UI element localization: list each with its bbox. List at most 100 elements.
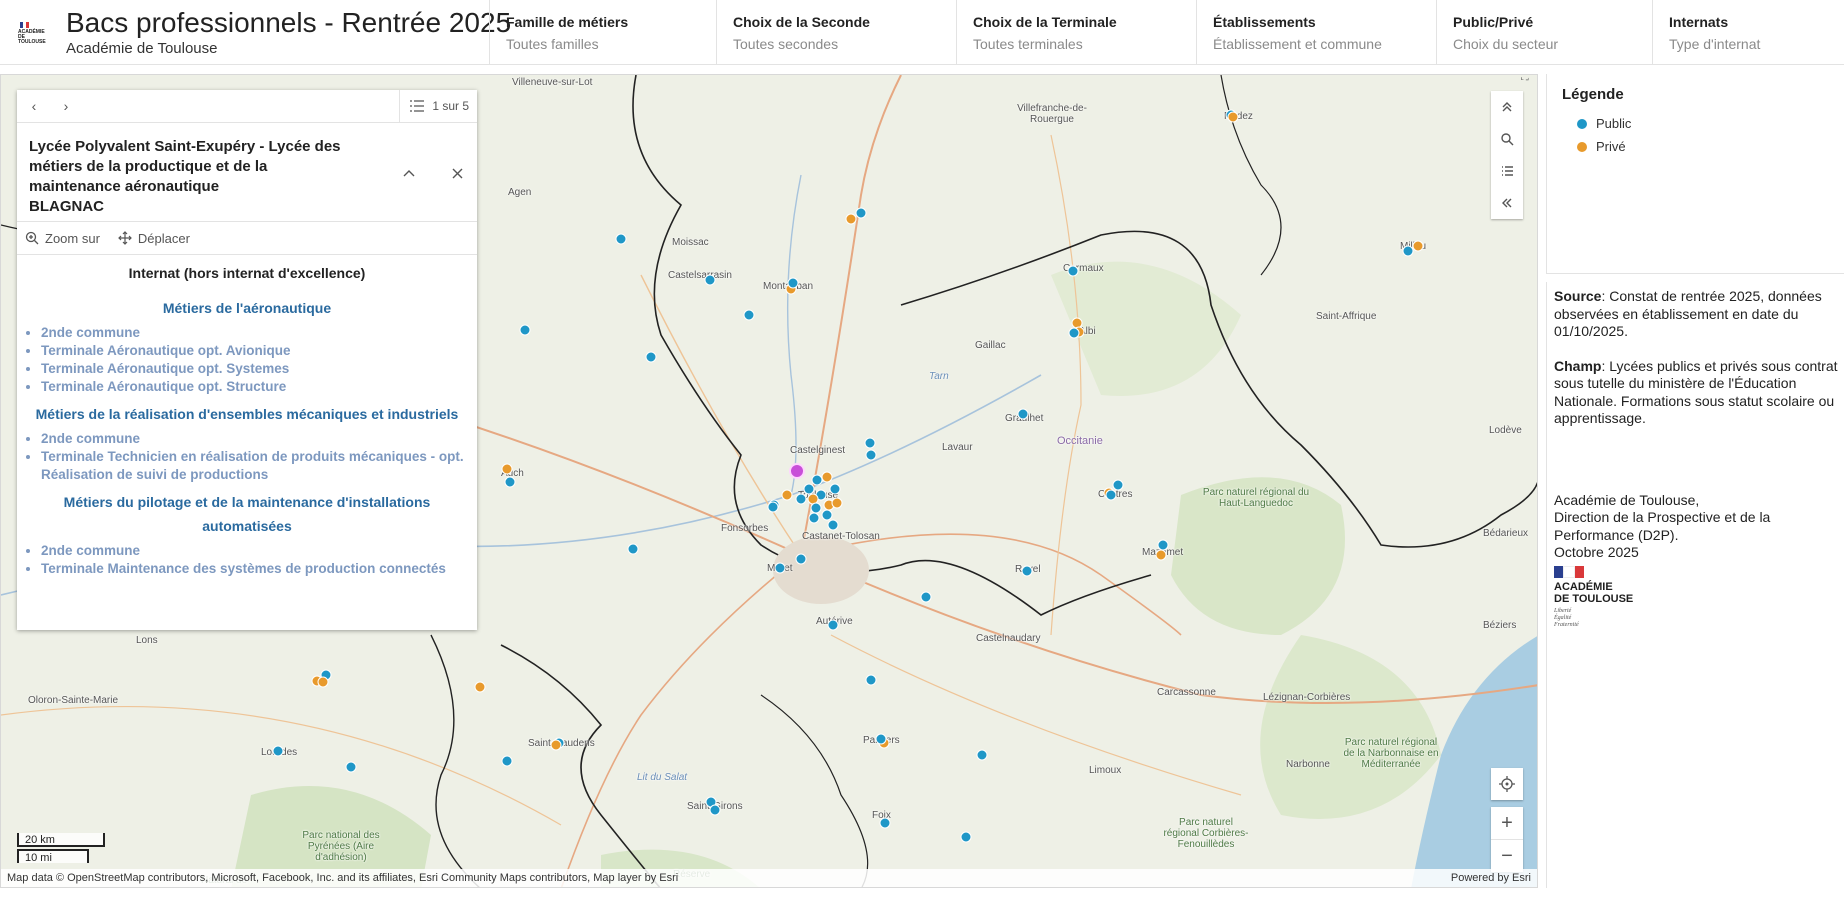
- collapse-popup-icon[interactable]: [397, 161, 421, 185]
- feature-popup: ‹ › 1 sur 5 Lycée Polyvalent Saint-Exupé…: [17, 90, 477, 630]
- filter-label: Famille de métiers: [506, 14, 629, 30]
- section-title: Métiers du pilotage et de la maintenance…: [63, 494, 431, 534]
- public-marker: [960, 831, 972, 843]
- previous-feature-button[interactable]: ‹: [19, 90, 49, 122]
- public-marker: [1112, 479, 1124, 491]
- public-marker: [1402, 245, 1414, 257]
- next-feature-button[interactable]: ›: [51, 90, 81, 122]
- signature-line: Direction de la Prospective et de la Per…: [1554, 509, 1771, 543]
- private-marker: [821, 471, 833, 483]
- scale-mi: 10 mi: [17, 849, 89, 864]
- filter-choix-terminale[interactable]: Choix de la Terminale Toutes terminales: [956, 0, 1196, 65]
- signature-line: Académie de Toulouse,: [1554, 491, 1700, 508]
- zoom-to-button[interactable]: Zoom sur: [25, 231, 100, 246]
- private-marker: [1155, 549, 1167, 561]
- search-icon[interactable]: [1491, 123, 1523, 155]
- private-marker: [1071, 317, 1083, 329]
- signature-line: Octobre 2025: [1554, 544, 1639, 560]
- filter-etablissements[interactable]: Établissements Établissement et commune: [1196, 0, 1436, 65]
- list-icon[interactable]: [1491, 155, 1523, 187]
- private-marker: [1227, 111, 1239, 123]
- filter-famille-metiers[interactable]: Famille de métiers Toutes familles: [489, 0, 716, 65]
- public-swatch: [1577, 118, 1587, 129]
- private-marker: [550, 739, 562, 751]
- filter-value: Toutes familles: [506, 36, 599, 52]
- public-marker: [743, 309, 755, 321]
- legend-title: Légende: [1562, 86, 1624, 103]
- section-title: Métiers de la réalisation d'ensembles mé…: [35, 406, 459, 422]
- feature-count: 1 sur 5: [432, 99, 469, 113]
- public-marker: [787, 277, 799, 289]
- source-label: Source: [1554, 288, 1602, 304]
- zoom-in-button[interactable]: +: [1491, 807, 1523, 839]
- public-marker: [811, 474, 823, 486]
- popup-navigation: ‹ › 1 sur 5: [17, 90, 477, 123]
- filter-public-prive[interactable]: Public/Privé Choix du secteur: [1436, 0, 1652, 65]
- public-marker: [864, 437, 876, 449]
- public-marker: [821, 509, 833, 521]
- legend-item-prive: Privé: [1577, 139, 1626, 154]
- private-marker: [474, 681, 486, 693]
- filter-choix-seconde[interactable]: Choix de la Seconde Toutes secondes: [716, 0, 956, 65]
- legend-item-public: Public: [1577, 116, 1631, 131]
- filter-value: Choix du secteur: [1453, 36, 1559, 52]
- zoom-out-button[interactable]: −: [1491, 839, 1523, 872]
- public-marker: [803, 483, 815, 495]
- public-marker: [615, 233, 627, 245]
- private-marker: [781, 489, 793, 501]
- feature-list-button[interactable]: 1 sur 5: [399, 90, 477, 122]
- logo-name-line: ACADÉMIE: [1554, 580, 1613, 593]
- locate-icon[interactable]: [1491, 768, 1523, 800]
- public-marker: [810, 502, 822, 514]
- move-icon: [118, 231, 132, 245]
- private-marker: [1412, 240, 1424, 252]
- formation-item: Terminale Aéronautique opt. Systemes: [41, 360, 469, 378]
- fullscreen-icon[interactable]: ⛶: [1521, 75, 1535, 85]
- filter-value: Établissement et commune: [1213, 36, 1382, 52]
- legend-panel: Légende Public Privé: [1546, 74, 1844, 274]
- legend-label: Public: [1596, 116, 1632, 131]
- public-marker: [504, 476, 516, 488]
- logo-name-line: DE TOULOUSE: [1554, 592, 1634, 605]
- public-marker: [829, 483, 841, 495]
- private-marker: [501, 463, 513, 475]
- source-text: Source: Constat de rentrée 2025, données…: [1554, 288, 1838, 341]
- formation-item: 2nde commune: [41, 324, 469, 342]
- filter-internats[interactable]: Internats Type d'internat: [1652, 0, 1844, 65]
- formation-item: 2nde commune: [41, 430, 469, 448]
- filter-label: Internats: [1669, 14, 1729, 30]
- public-marker: [795, 493, 807, 505]
- logo-motto-line: Égalité: [1554, 614, 1572, 621]
- public-marker: [865, 449, 877, 461]
- public-marker: [875, 733, 887, 745]
- formation-list: 2nde commune Terminale Aéronautique opt.…: [25, 324, 469, 396]
- popup-content: Internat (hors internat d'excellence) Mé…: [17, 255, 477, 578]
- zoom-to-icon: [25, 231, 39, 245]
- public-marker: [795, 553, 807, 565]
- map-toolbar: [1491, 91, 1523, 219]
- public-marker: [774, 562, 786, 574]
- collapse-up-icon[interactable]: [1491, 91, 1523, 123]
- attribution-text: Map data © OpenStreetMap contributors, M…: [7, 872, 679, 884]
- map-attribution: Map data © OpenStreetMap contributors, M…: [1, 869, 1537, 887]
- popup-title-line: Lycée Polyvalent Saint-Exupéry - Lycée d…: [29, 138, 341, 155]
- public-marker: [976, 749, 988, 761]
- public-marker: [345, 761, 357, 773]
- public-marker: [827, 619, 839, 631]
- app-subtitle: Académie de Toulouse: [66, 40, 218, 57]
- info-panel: Source: Constat de rentrée 2025, données…: [1546, 282, 1844, 888]
- move-button[interactable]: Déplacer: [118, 231, 190, 246]
- close-icon[interactable]: [445, 161, 469, 185]
- filter-label: Établissements: [1213, 14, 1316, 30]
- private-marker: [807, 493, 819, 505]
- private-swatch: [1577, 141, 1587, 152]
- public-marker: [709, 804, 721, 816]
- powered-by-esri[interactable]: Powered by Esri: [1451, 869, 1531, 887]
- popup-title-line: métiers de la productique et de la: [29, 158, 268, 175]
- formation-item: 2nde commune: [41, 542, 469, 560]
- selected-marker: [789, 463, 805, 479]
- collapse-left-icon[interactable]: [1491, 187, 1523, 219]
- logo-motto-line: Fraternité: [1554, 621, 1579, 628]
- app-title: Bacs professionnels - Rentrée 2025: [66, 7, 512, 38]
- formation-item: Terminale Technicien en réalisation de p…: [41, 448, 469, 484]
